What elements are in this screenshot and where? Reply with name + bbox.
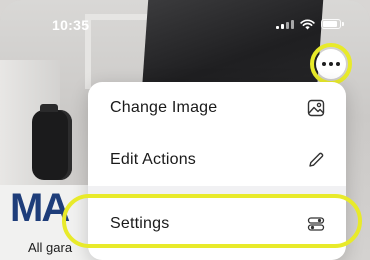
background-tagline: All gara bbox=[28, 240, 73, 255]
signal-icon bbox=[276, 19, 294, 29]
wifi-icon bbox=[300, 18, 315, 29]
highlight-oval bbox=[62, 194, 362, 248]
menu-item-change-image[interactable]: Change Image bbox=[88, 82, 346, 134]
battery-icon bbox=[321, 19, 344, 29]
pencil-icon bbox=[306, 150, 326, 170]
menu-item-label: Change Image bbox=[110, 99, 218, 116]
image-icon bbox=[306, 98, 326, 118]
menu-item-label: Edit Actions bbox=[110, 151, 197, 168]
background-logo-text: MA bbox=[10, 186, 70, 230]
status-icons bbox=[276, 16, 344, 32]
status-time: 10:35 bbox=[52, 17, 90, 33]
highlight-circle bbox=[310, 43, 352, 85]
menu-item-edit-actions[interactable]: Edit Actions bbox=[88, 134, 346, 186]
phone-screen: MA All gara 10:35 Change Image Edit Acti… bbox=[0, 0, 370, 260]
background-device bbox=[32, 104, 72, 180]
background-panel bbox=[141, 0, 324, 92]
